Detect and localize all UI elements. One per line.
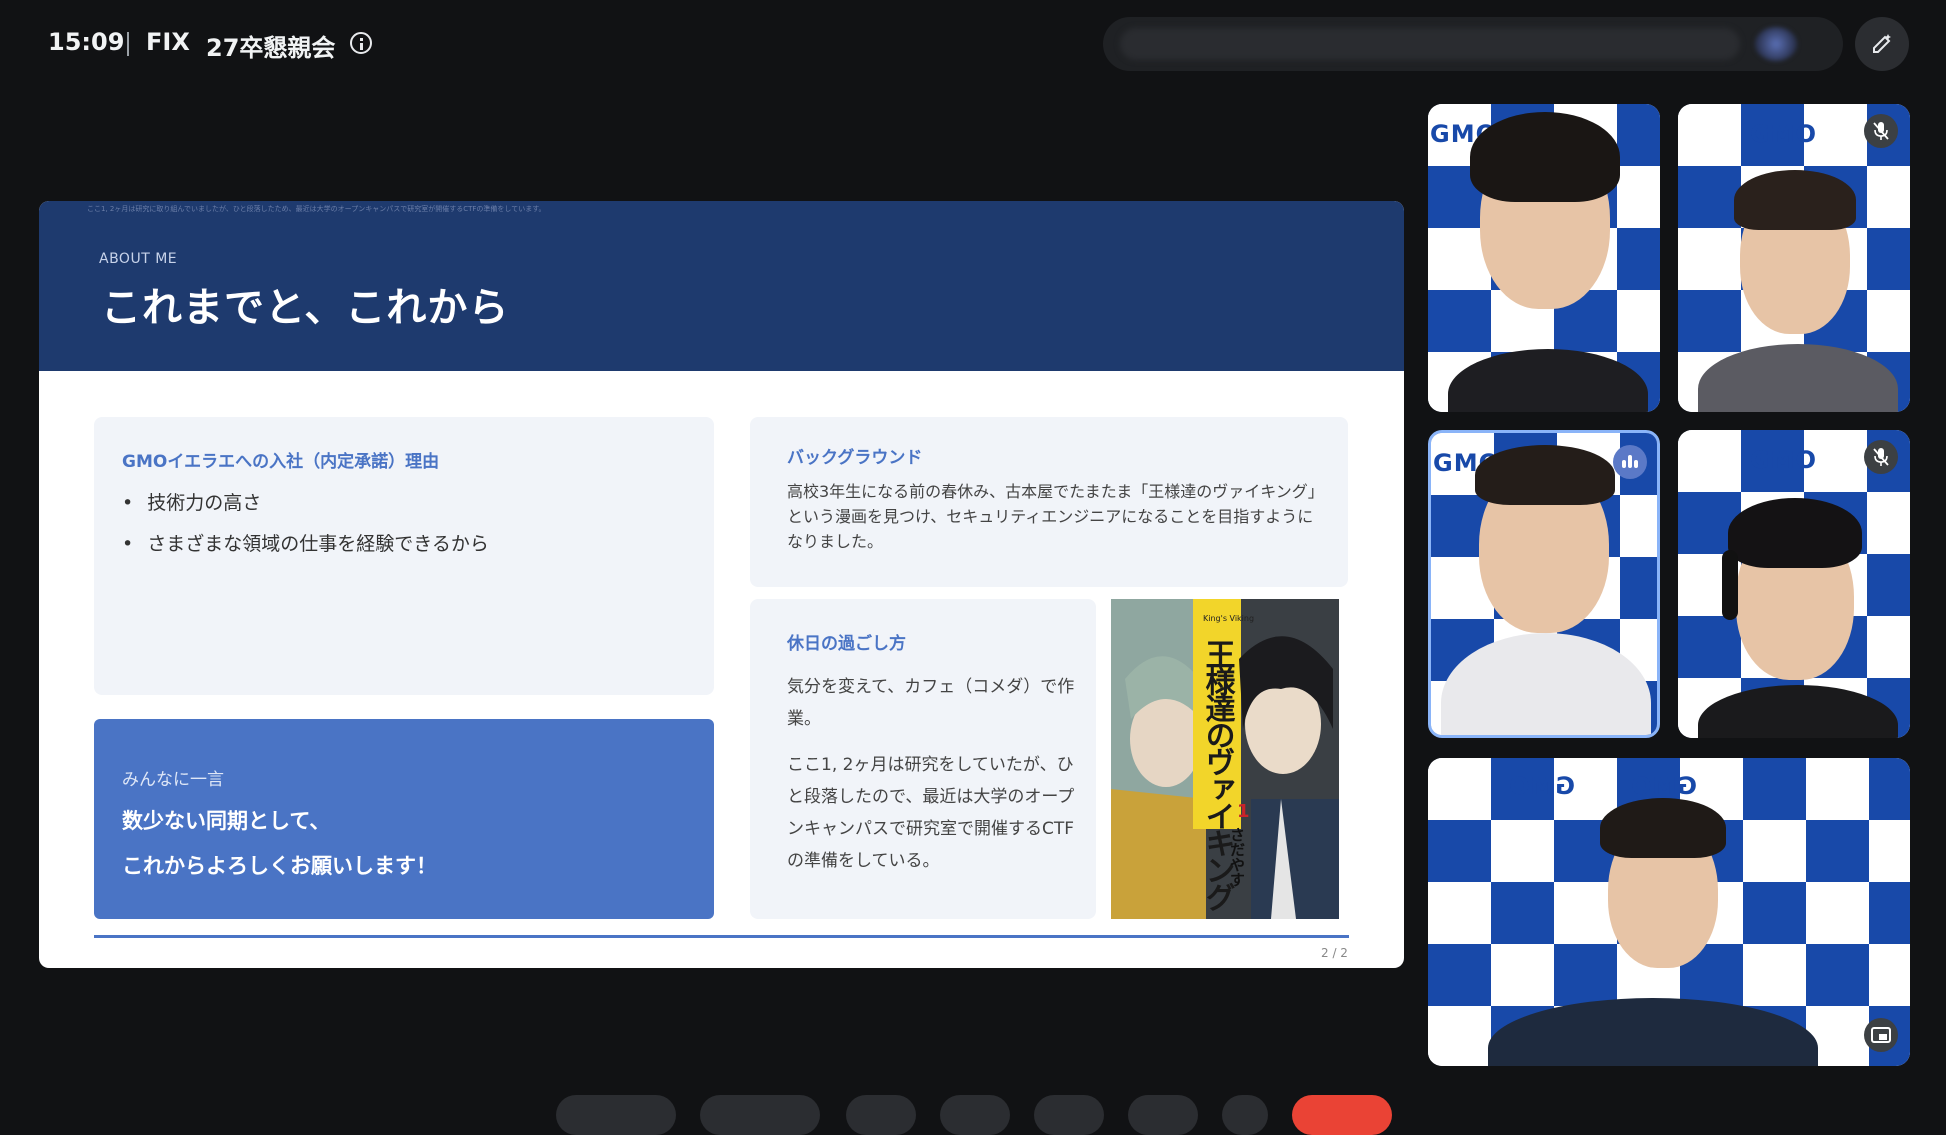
message-line: これからよろしくお願いします！ [122,854,437,878]
control-button[interactable] [1034,1095,1104,1135]
holiday-paragraph: ここ1, 2ヶ月は研究をしていたが、ひと段落したので、最近は大学のオープンキャン… [787,755,1075,871]
control-button[interactable] [1222,1095,1268,1135]
message-label: みんなに一言 [122,770,224,790]
mic-off-icon [1864,114,1898,148]
divider [127,32,129,56]
speaking-indicator-icon [1613,445,1647,479]
meeting-title: 27卒懇親会 [206,34,336,62]
slide-page-number: 2 / 2 [1321,946,1348,960]
control-button[interactable] [1128,1095,1198,1135]
list-item: さまざまな領域の仕事を経験できるから [122,524,489,565]
holiday-card: 休日の過ごし方 気分を変えて、カフェ（コメダ）で作業。 ここ1, 2ヶ月は研究を… [750,599,1096,919]
holiday-paragraph: 気分を変えて、カフェ（コメダ）で作業。 [787,677,1075,729]
person-hair [1728,498,1862,568]
background-body: 高校3年生になる前の春休み、古本屋でたまたま「王様達のヴァイキング」という漫画を… [787,482,1324,551]
background-title: バックグラウンド [787,448,923,468]
person-hair [1475,445,1615,505]
gmo-logo: GMO [1750,120,1817,148]
headphones-icon [1722,550,1738,620]
holiday-title: 休日の過ごし方 [787,634,906,654]
manga-subtitle: King's Viking [1203,614,1254,623]
gmo-logo: GMO [1630,772,1697,800]
manga-cover-image: King's Viking 王様達のヴァイキング 1 さだやす [1111,599,1339,919]
leave-call-button[interactable] [1292,1095,1392,1135]
control-button[interactable] [846,1095,916,1135]
person-hair [1600,798,1726,858]
message-text: 数少ない同期として、 これからよろしくお願いします！ [122,799,437,889]
manga-author: さだやす [1228,827,1246,887]
pen-sparkle-icon[interactable] [1855,17,1909,71]
participant-tile[interactable]: GMO [1678,104,1910,412]
meeting-time: 15:09 [48,28,125,56]
presentation-slide: ここ1, 2ヶ月は研究に取り組んでいましたが、ひと段落したため、最近は大学のオー… [39,201,1404,968]
control-button[interactable] [700,1095,820,1135]
slide-title: これまでと、これから [101,285,510,331]
reason-card: GMOイエラエへの入社（内定承諾）理由 技術力の高さ さまざまな領域の仕事を経験… [94,417,714,695]
participant-tile[interactable]: GMO [1678,430,1910,738]
slide-overflow-text: ここ1, 2ヶ月は研究に取り組んでいましたが、ひと段落したため、最近は大学のオー… [87,205,546,213]
slide-eyebrow: ABOUT ME [99,251,178,267]
participant-tile[interactable]: GMO [1428,104,1660,412]
list-item: 技術力の高さ [122,483,489,524]
person-hair [1470,112,1620,202]
slide-header: ここ1, 2ヶ月は研究に取り組んでいましたが、ひと段落したため、最近は大学のオー… [39,201,1404,371]
top-bar: 15:09 FIX 27卒懇親会 [0,0,1946,90]
reason-title: GMOイエラエへの入社（内定承諾）理由 [122,452,440,472]
info-icon[interactable] [350,32,372,54]
participant-tile-active-speaker[interactable]: GMO [1428,430,1660,738]
message-line: 数少ない同期として、 [122,809,331,833]
gmo-logo: GMO [1508,772,1575,800]
manga-volume: 1 [1237,801,1250,822]
mic-off-icon [1864,440,1898,474]
message-card: みんなに一言 数少ない同期として、 これからよろしくお願いします！ [94,719,714,919]
participant-tile-self-view[interactable]: GMO GMO [1428,758,1910,1066]
user-avatar[interactable] [1755,27,1797,61]
control-button[interactable] [556,1095,676,1135]
gmo-logo: GMO [1750,446,1817,474]
picture-in-picture-icon[interactable] [1864,1018,1898,1052]
reason-list: 技術力の高さ さまざまな領域の仕事を経験できるから [122,483,489,565]
slide-footer-line [94,935,1349,938]
blurred-bar-content [1120,28,1740,60]
control-button[interactable] [940,1095,1010,1135]
meeting-code: FIX [146,28,190,56]
background-card: バックグラウンド 高校3年生になる前の春休み、古本屋でたまたま「王様達のヴァイキ… [750,417,1348,587]
person-hair [1734,170,1856,230]
